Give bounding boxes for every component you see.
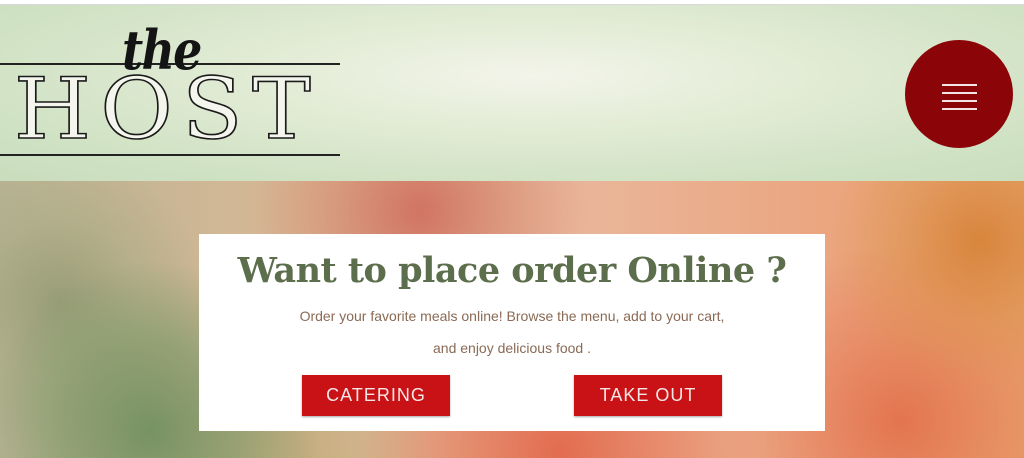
order-online-description: Order your favorite meals online! Browse…: [299, 308, 725, 356]
hamburger-menu-icon: [942, 84, 977, 86]
site-logo[interactable]: the HOST: [0, 23, 345, 163]
take-out-button[interactable]: TAKE OUT: [574, 375, 722, 416]
order-online-card: Want to place order Online ? Order your …: [199, 234, 825, 431]
logo-rule-bottom: [0, 154, 340, 156]
hamburger-menu-icon: [942, 92, 977, 94]
site-header: the HOST: [0, 5, 1024, 181]
order-online-title: Want to place order Online ?: [237, 250, 787, 291]
menu-button[interactable]: [905, 40, 1013, 148]
catering-button[interactable]: CATERING: [302, 375, 450, 416]
hamburger-menu-icon: [942, 108, 977, 110]
hamburger-menu-icon: [942, 100, 977, 102]
logo-host-text: HOST: [13, 60, 321, 158]
